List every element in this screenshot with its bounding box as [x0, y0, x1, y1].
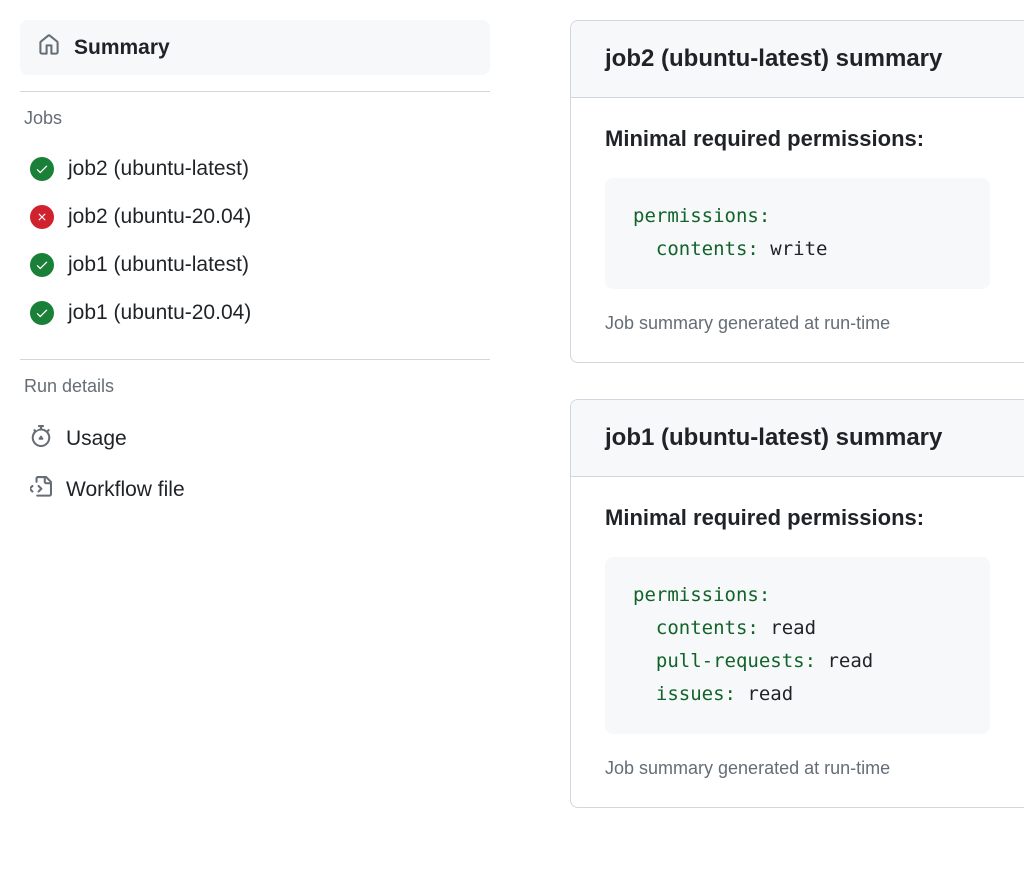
job-item[interactable]: job1 (ubuntu-20.04) — [20, 289, 490, 337]
check-circle-icon — [30, 157, 54, 181]
card-header: job2 (ubuntu-latest) summary — [571, 21, 1024, 98]
job-label: job2 (ubuntu-20.04) — [68, 205, 251, 229]
job-label: job1 (ubuntu-20.04) — [68, 301, 251, 325]
permissions-code: permissions: contents: write — [605, 178, 990, 289]
card-footer: Job summary generated at run-time — [571, 734, 1024, 807]
summary-nav-item[interactable]: Summary — [20, 20, 490, 75]
summary-label: Summary — [74, 36, 170, 60]
divider — [20, 359, 490, 360]
usage-label: Usage — [66, 427, 127, 451]
check-circle-icon — [30, 301, 54, 325]
usage-nav-item[interactable]: Usage — [20, 413, 490, 464]
job-list: job2 (ubuntu-latest) job2 (ubuntu-20.04)… — [20, 145, 490, 337]
card-title: job1 (ubuntu-latest) summary — [605, 424, 990, 452]
card-title: job2 (ubuntu-latest) summary — [605, 45, 990, 73]
card-footer: Job summary generated at run-time — [571, 289, 1024, 362]
job-item[interactable]: job2 (ubuntu-latest) — [20, 145, 490, 193]
permissions-heading: Minimal required permissions: — [605, 126, 990, 152]
workflow-file-nav-item[interactable]: Workflow file — [20, 464, 490, 515]
jobs-heading: Jobs — [20, 108, 490, 129]
divider — [20, 91, 490, 92]
permissions-heading: Minimal required permissions: — [605, 505, 990, 531]
job-summary-card: job2 (ubuntu-latest) summary Minimal req… — [570, 20, 1024, 363]
job-label: job1 (ubuntu-latest) — [68, 253, 249, 277]
run-details-heading: Run details — [20, 376, 490, 397]
job-summary-card: job1 (ubuntu-latest) summary Minimal req… — [570, 399, 1024, 808]
stopwatch-icon — [30, 425, 52, 452]
sidebar: Summary Jobs job2 (ubuntu-latest) job2 (… — [20, 20, 490, 871]
home-icon — [38, 34, 60, 61]
summary-panel: job2 (ubuntu-latest) summary Minimal req… — [490, 20, 1024, 871]
permissions-code: permissions: contents: read pull-request… — [605, 557, 990, 734]
file-code-icon — [30, 476, 52, 503]
job-item[interactable]: job2 (ubuntu-20.04) — [20, 193, 490, 241]
run-details-list: Usage Workflow file — [20, 413, 490, 515]
check-circle-icon — [30, 253, 54, 277]
job-label: job2 (ubuntu-latest) — [68, 157, 249, 181]
x-circle-icon — [30, 205, 54, 229]
job-item[interactable]: job1 (ubuntu-latest) — [20, 241, 490, 289]
card-header: job1 (ubuntu-latest) summary — [571, 400, 1024, 477]
workflow-file-label: Workflow file — [66, 478, 185, 502]
